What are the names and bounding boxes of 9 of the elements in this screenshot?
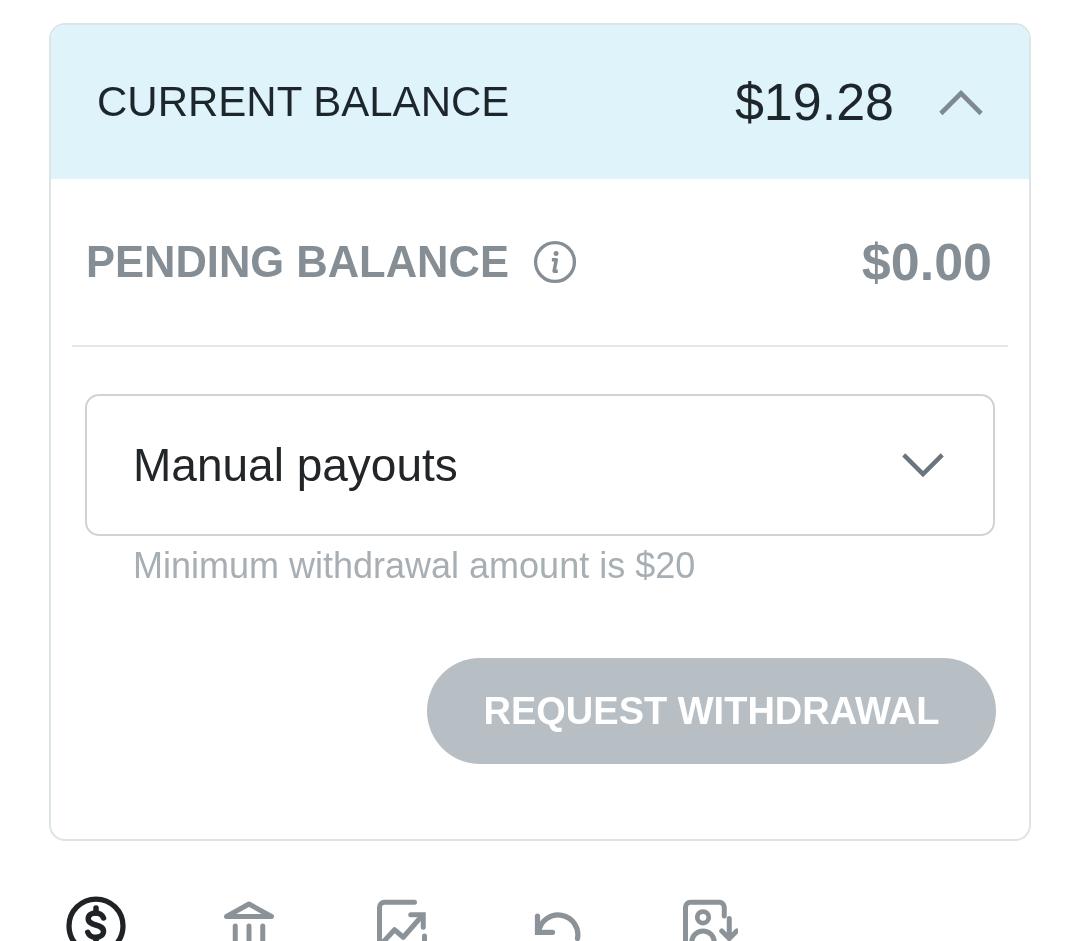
current-balance-label: CURRENT BALANCE — [97, 78, 510, 126]
pending-balance-amount: $0.00 — [861, 232, 992, 292]
helper-text: Minimum withdrawal amount is $20 — [133, 546, 696, 586]
info-icon[interactable] — [532, 240, 577, 284]
chevron-down-icon — [901, 452, 945, 478]
payout-method-dropdown[interactable]: Manual payouts — [85, 394, 995, 536]
pending-balance-label: PENDING BALANCE — [86, 237, 509, 287]
current-balance-amount: $19.28 — [734, 72, 894, 132]
chevron-icon[interactable] — [938, 88, 984, 116]
